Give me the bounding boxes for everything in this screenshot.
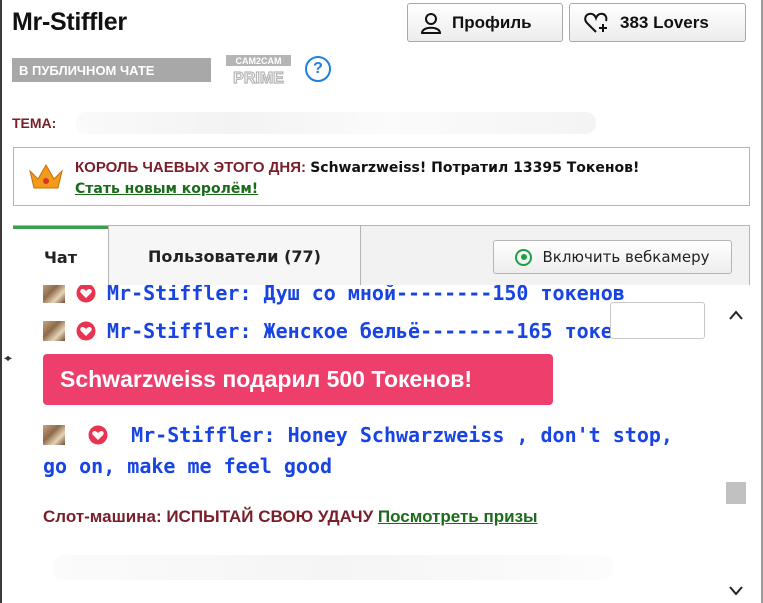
- prime-logo-bottom: PRIME: [233, 70, 284, 85]
- lovers-button-label: 383 Lovers: [620, 12, 709, 32]
- heart-icon: [76, 285, 96, 303]
- chat-message: Mr-Stiffler: Honey Schwarzweiss , don't …: [43, 420, 703, 482]
- topic-text-blurred: [76, 112, 596, 134]
- tip-king-box: КОРОЛЬ ЧАЕВЫХ ЭТОГО ДНЯ: Schwarzweiss! П…: [13, 147, 750, 206]
- window-left-border: [0, 0, 2, 603]
- chat-scrollbar[interactable]: [723, 285, 750, 603]
- tip-king-line: КОРОЛЬ ЧАЕВЫХ ЭТОГО ДНЯ: Schwarzweiss! П…: [75, 159, 639, 176]
- record-icon: [515, 248, 533, 266]
- tip-king-title: КОРОЛЬ ЧАЕВЫХ ЭТОГО ДНЯ:: [75, 159, 307, 176]
- profile-button-label: Профиль: [452, 12, 532, 32]
- chat-message: Mr-Stiffler: Женское бельё--------165 то…: [43, 319, 649, 343]
- view-prizes-link[interactable]: Посмотреть призы: [378, 507, 538, 526]
- become-king-link[interactable]: Стать новым королём!: [75, 181, 258, 197]
- tab-chat[interactable]: Чат: [13, 226, 108, 286]
- user-avatar-icon: [43, 285, 65, 303]
- slot-machine-notice: Слот-машина: ИСПЫТАЙ СВОЮ УДАЧУ Посмотре…: [43, 507, 538, 527]
- heart-plus-icon: [584, 12, 608, 33]
- heart-icon: [88, 425, 108, 445]
- prime-logo-top: CAM2CAM: [236, 56, 282, 66]
- crown-icon: [29, 163, 63, 189]
- floating-input-box[interactable]: [610, 302, 705, 339]
- profile-button[interactable]: Профиль: [407, 3, 563, 42]
- tip-king-text: Schwarzweiss! Потратил 13395 Токенов!: [310, 160, 640, 176]
- tip-notification: Schwarzweiss подарил 500 Токенов!: [43, 354, 553, 405]
- broadcaster-name: Mr-Stiffler: [12, 8, 127, 36]
- user-avatar-icon: [43, 321, 65, 341]
- user-icon: [420, 12, 442, 34]
- help-icon[interactable]: ?: [305, 56, 331, 82]
- chat-text: Женское бельё--------165 токенов: [263, 319, 649, 343]
- scroll-down-icon[interactable]: [728, 585, 744, 597]
- scroll-up-icon[interactable]: [728, 309, 744, 321]
- lovers-button[interactable]: 383 Lovers: [569, 3, 746, 42]
- scroll-thumb[interactable]: [726, 482, 746, 504]
- chat-messages: Mr-Stiffler: Душ со мной--------150 токе…: [13, 285, 723, 603]
- public-chat-badge: В ПУБЛИЧНОМ ЧАТЕ: [12, 58, 211, 82]
- user-avatar-icon: [43, 425, 65, 445]
- heart-icon: [76, 321, 96, 341]
- tab-users[interactable]: Пользователи (77): [108, 226, 361, 286]
- faded-message: [53, 555, 613, 580]
- chat-tabs: Чат Пользователи (77) Включить вебкамеру: [13, 225, 750, 286]
- resize-handle-icon[interactable]: ◂▸: [4, 353, 12, 364]
- chat-username[interactable]: Mr-Stiffler:: [131, 423, 276, 447]
- chat-username[interactable]: Mr-Stiffler:: [107, 285, 252, 305]
- cam2cam-prime-logo: CAM2CAM PRIME: [226, 55, 291, 85]
- chat-message: Mr-Stiffler: Душ со мной--------150 токе…: [43, 285, 625, 305]
- slot-machine-label: Слот-машина: ИСПЫТАЙ СВОЮ УДАЧУ: [43, 507, 374, 526]
- topic-label: ТЕМА:: [12, 115, 57, 131]
- enable-webcam-label: Включить вебкамеру: [542, 248, 710, 266]
- chat-text: Душ со мной--------150 токенов: [263, 285, 625, 305]
- chat-username[interactable]: Mr-Stiffler:: [107, 319, 252, 343]
- enable-webcam-button[interactable]: Включить вебкамеру: [493, 240, 732, 274]
